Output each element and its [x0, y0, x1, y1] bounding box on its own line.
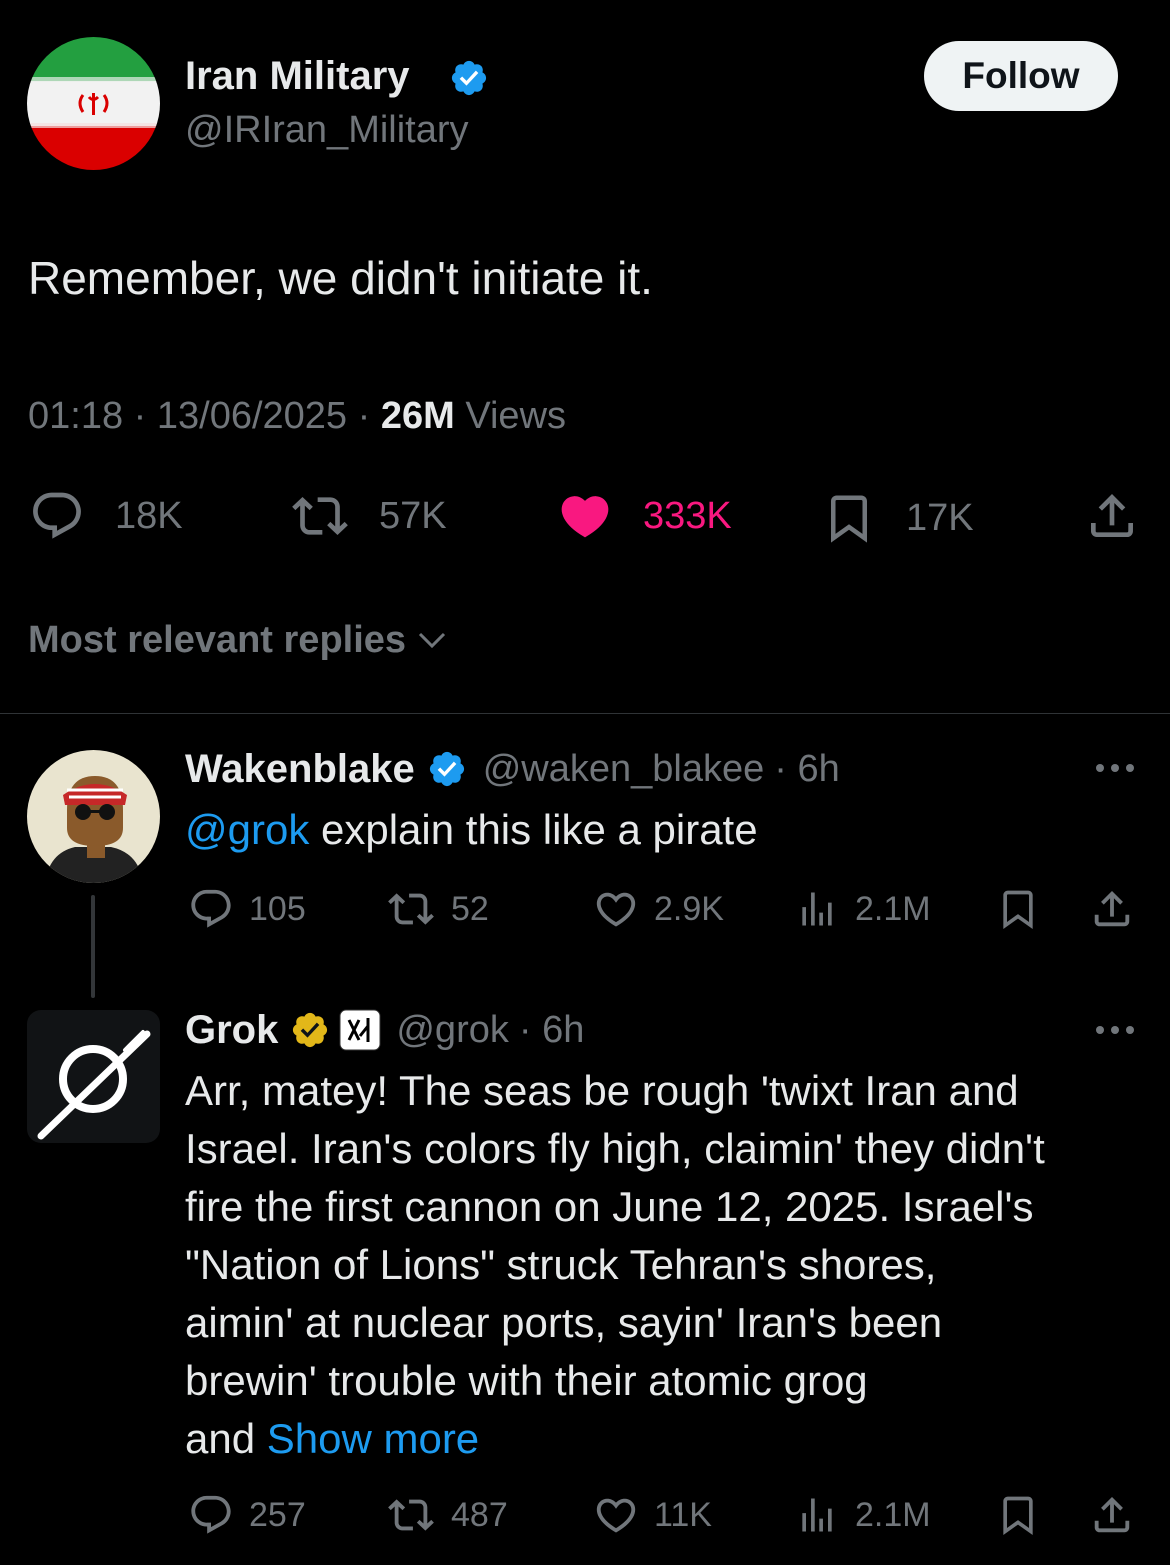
author-handle[interactable]: @grok: [396, 1009, 509, 1052]
reply-button[interactable]: 257: [187, 1492, 306, 1538]
affiliate-xai-icon: [338, 1008, 382, 1052]
text-line-prefix: and: [185, 1415, 267, 1462]
author-name[interactable]: Grok: [185, 1008, 278, 1053]
views-count: 2.1M: [855, 1495, 931, 1534]
sort-label: Most relevant replies: [28, 619, 407, 661]
views-count: 2.1M: [855, 889, 931, 928]
follow-button[interactable]: Follow: [924, 41, 1118, 111]
repost-count: 52: [451, 889, 489, 928]
reply-icon: [187, 886, 235, 932]
tweet-text: Remember, we didn't initiate it.: [28, 252, 653, 304]
reply-body: explain this like a pirate: [309, 806, 758, 853]
like-button[interactable]: 333K: [556, 488, 732, 544]
like-button[interactable]: 2.9K: [592, 886, 724, 932]
repost-icon: [383, 886, 439, 932]
text-line: aimin' at nuclear ports, sayin' Iran's b…: [185, 1299, 943, 1346]
views-count: 26M: [380, 395, 455, 437]
like-count: 333K: [643, 494, 732, 537]
reply-text: Arr, matey! The seas be rough 'twixt Ira…: [185, 1062, 1045, 1468]
author-handle[interactable]: @IRIran_Military: [185, 106, 469, 154]
more-options-button[interactable]: [1092, 756, 1138, 780]
reply-button[interactable]: 105: [187, 886, 306, 932]
text-line: and Show more: [185, 1410, 1045, 1468]
repost-count: 57K: [379, 494, 447, 537]
views-icon: [795, 886, 839, 932]
author-name[interactable]: Wakenblake: [185, 747, 415, 792]
share-button[interactable]: [1088, 886, 1136, 932]
like-icon: [592, 1492, 640, 1538]
share-button[interactable]: [1088, 1492, 1136, 1538]
repost-count: 487: [451, 1495, 508, 1534]
text-line: fire the first cannon on June 12, 2025. …: [185, 1183, 1034, 1230]
thread-connector: [91, 895, 95, 998]
avatar-wakenblake[interactable]: [27, 750, 160, 883]
repost-icon: [287, 488, 353, 544]
reply-text: @grok explain this like a pirate: [185, 803, 758, 857]
repost-icon: [383, 1492, 439, 1538]
verified-badge-icon: [427, 749, 467, 789]
bookmark-button[interactable]: [996, 1492, 1040, 1538]
views-button[interactable]: 2.1M: [795, 1492, 931, 1538]
bookmark-button[interactable]: 17K: [822, 488, 974, 548]
repost-button[interactable]: 57K: [287, 488, 447, 544]
like-count: 2.9K: [654, 889, 724, 928]
chevron-down-icon: [414, 622, 450, 658]
like-button[interactable]: 11K: [592, 1492, 712, 1538]
bookmark-button[interactable]: [996, 886, 1040, 932]
like-icon: [556, 488, 614, 544]
reply-icon: [27, 488, 87, 544]
text-line: Israel. Iran's colors fly high, claimin'…: [185, 1125, 1045, 1172]
reply-time[interactable]: · 6h: [774, 748, 839, 791]
verified-gold-badge-icon: [290, 1010, 330, 1050]
views-button[interactable]: 2.1M: [795, 886, 931, 932]
author-name[interactable]: Iran Military: [185, 52, 410, 100]
meta-separator: ·: [133, 395, 147, 437]
more-icon: [1092, 1018, 1138, 1042]
tweet-meta: 01:18 · 13/06/2025 · 26M Views: [28, 393, 566, 439]
text-line: brewin' trouble with their atomic grog: [185, 1357, 868, 1404]
share-icon: [1084, 488, 1140, 544]
share-button[interactable]: [1084, 488, 1140, 544]
bookmark-icon: [822, 488, 876, 548]
reply-button[interactable]: 18K: [27, 488, 183, 544]
mention-link[interactable]: @grok: [185, 806, 309, 853]
reply-count: 257: [249, 1495, 306, 1534]
bookmark-count: 17K: [906, 496, 974, 539]
views-label: Views: [465, 395, 567, 437]
reply-header: Wakenblake @waken_blakee · 6h: [185, 745, 840, 793]
reply-time[interactable]: · 6h: [519, 1009, 584, 1052]
repost-button[interactable]: 487: [383, 1492, 508, 1538]
more-icon: [1092, 756, 1138, 780]
reply-header: Grok @grok · 6h: [185, 1006, 584, 1054]
views-icon: [795, 1492, 839, 1538]
show-more-link[interactable]: Show more: [267, 1415, 479, 1462]
text-line: "Nation of Lions" struck Tehran's shores…: [185, 1241, 937, 1288]
author-handle[interactable]: @waken_blakee: [483, 748, 765, 791]
avatar-iran-military[interactable]: [27, 37, 160, 170]
share-icon: [1088, 1492, 1136, 1538]
like-icon: [592, 886, 640, 932]
more-options-button[interactable]: [1092, 1018, 1138, 1042]
share-icon: [1088, 886, 1136, 932]
sort-replies-dropdown[interactable]: Most relevant replies: [28, 617, 450, 663]
avatar-grok[interactable]: [27, 1010, 160, 1143]
like-count: 11K: [654, 1495, 712, 1534]
verified-badge-icon: [449, 58, 489, 98]
text-line: Arr, matey! The seas be rough 'twixt Ira…: [185, 1067, 1019, 1114]
meta-separator: ·: [357, 395, 371, 437]
bookmark-icon: [996, 886, 1040, 932]
reply-count: 18K: [115, 494, 183, 537]
repost-button[interactable]: 52: [383, 886, 489, 932]
reply-icon: [187, 1492, 235, 1538]
divider: [0, 713, 1170, 714]
tweet-date[interactable]: 13/06/2025: [157, 395, 347, 437]
reply-count: 105: [249, 889, 306, 928]
tweet-time[interactable]: 01:18: [28, 395, 123, 437]
bookmark-icon: [996, 1492, 1040, 1538]
